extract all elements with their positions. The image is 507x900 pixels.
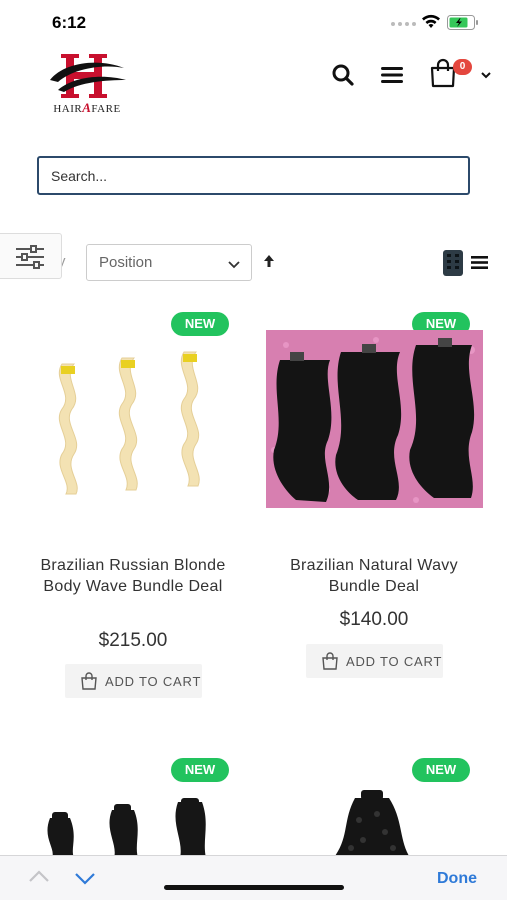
product-image[interactable]	[329, 790, 419, 855]
search-icon[interactable]	[330, 62, 356, 88]
battery-icon	[447, 15, 478, 30]
product-card[interactable]: NEW Brazilian Russian Blonde Body Wave B…	[18, 300, 248, 710]
status-bar: 6:12	[0, 0, 507, 44]
add-to-cart-button[interactable]: ADD TO CART	[65, 664, 202, 698]
product-image[interactable]	[44, 344, 224, 504]
product-image[interactable]	[42, 798, 222, 855]
product-name[interactable]: Brazilian Natural Wavy Bundle Deal	[259, 555, 489, 597]
product-card[interactable]: NEW Brazilian Natural Wavy Bundle Deal $…	[259, 300, 489, 690]
chevron-up-icon[interactable]	[28, 869, 50, 883]
product-image[interactable]	[266, 330, 483, 508]
logo-mark-icon	[50, 54, 126, 98]
add-to-cart-button[interactable]: ADD TO CART	[306, 644, 443, 678]
sliders-icon	[16, 245, 44, 269]
grid-view-icon[interactable]	[443, 250, 463, 276]
chevron-down-icon	[228, 261, 240, 269]
product-card[interactable]: NEW	[259, 748, 489, 855]
status-time: 6:12	[52, 13, 87, 32]
new-badge: NEW	[412, 758, 470, 782]
screen: 6:12 HAIRAFARE 0 Search... Position NEW …	[0, 0, 507, 900]
product-name[interactable]: Brazilian Russian Blonde Body Wave Bundl…	[18, 555, 248, 597]
done-button[interactable]: Done	[437, 870, 477, 888]
logo-wordmark: HAIRAFARE	[53, 100, 121, 115]
chevron-down-icon[interactable]	[479, 68, 493, 82]
sort-value: Position	[99, 254, 153, 271]
sort-select[interactable]: Position	[86, 244, 252, 281]
wifi-icon	[422, 14, 440, 28]
menu-icon[interactable]	[379, 62, 405, 88]
filter-button[interactable]	[0, 233, 62, 279]
new-badge: NEW	[171, 758, 229, 782]
home-indicator	[164, 885, 344, 890]
bag-icon	[81, 672, 97, 690]
new-badge: NEW	[171, 312, 229, 336]
cart-count-badge: 0	[453, 59, 472, 75]
product-price: $140.00	[339, 609, 409, 630]
product-price: $215.00	[98, 630, 168, 651]
brand-logo[interactable]: HAIRAFARE	[44, 50, 130, 120]
bag-icon	[322, 652, 338, 670]
product-card[interactable]: NEW	[18, 748, 248, 855]
keyboard-accessory-bar: Done	[0, 855, 507, 900]
search-input[interactable]	[37, 156, 470, 195]
chevron-down-icon[interactable]	[74, 872, 96, 886]
list-view-icon[interactable]	[471, 255, 488, 270]
sort-direction-arrow-icon[interactable]	[262, 254, 276, 268]
signal-icon	[391, 22, 416, 26]
site-header: HAIRAFARE 0	[0, 44, 507, 124]
